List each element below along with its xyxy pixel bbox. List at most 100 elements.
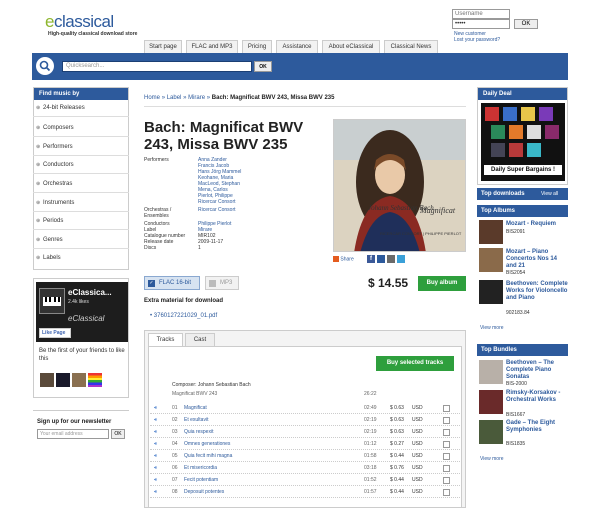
breadcrumb-current: Bach: Magnificat BWV 243, Missa BWV 235 bbox=[211, 95, 335, 101]
tab-about[interactable]: About eClassical bbox=[322, 40, 380, 53]
top-bundle-title[interactable]: Gade – The Eight Symphonies bbox=[506, 420, 568, 434]
twitter-share-icon[interactable] bbox=[397, 255, 405, 263]
tab-start-page[interactable]: Start page bbox=[144, 40, 182, 53]
lost-password-link[interactable]: Lost your password? bbox=[454, 37, 500, 43]
tab-pricing[interactable]: Pricing bbox=[242, 40, 272, 53]
top-bundle-title[interactable]: Rimsky-Korsakov - Orchestral Works bbox=[506, 390, 568, 404]
tab-flac-mp3[interactable]: FLAC and MP3 bbox=[186, 40, 238, 53]
performer-link[interactable]: Ricercar Consort bbox=[198, 199, 236, 205]
track-row[interactable]: 🔊︎ 07 Fecit potentiam 01:52 $ 0.44 USD bbox=[150, 475, 460, 486]
sidebar-item-24bit[interactable]: ⊕ 24-bit Releases bbox=[33, 101, 129, 117]
track-title[interactable]: Fecit potentiam bbox=[184, 475, 218, 486]
search-icon[interactable] bbox=[36, 57, 54, 75]
myspace-share-icon[interactable] bbox=[377, 255, 385, 263]
email-share-icon[interactable] bbox=[387, 255, 395, 263]
track-row[interactable]: 🔊︎ 05 Quia fecit mihi magna 01:58 $ 0.44 USD bbox=[150, 451, 460, 462]
top-album-title[interactable]: Mozart - Requiem bbox=[506, 221, 568, 227]
album-thumb[interactable] bbox=[479, 280, 503, 304]
track-row[interactable]: 🔊︎ 06 Et misericordia 03:18 $ 0.76 USD bbox=[150, 463, 460, 474]
track-row[interactable]: 🔊︎ 08 Deposuit potentes 01:57 $ 0.44 USD bbox=[150, 487, 460, 498]
bundle-thumb[interactable] bbox=[479, 360, 503, 384]
deal-cover-thumb bbox=[491, 143, 505, 157]
track-checkbox[interactable] bbox=[443, 441, 450, 448]
facebook-page-name[interactable]: eClassica... bbox=[68, 288, 112, 297]
quicksearch-input[interactable]: Quicksearch... bbox=[62, 61, 252, 72]
top-album-title[interactable]: Beethoven: Complete Works for Violoncell… bbox=[506, 281, 568, 302]
friend-avatar[interactable] bbox=[40, 373, 54, 387]
track-title[interactable]: Quia fecit mihi magna bbox=[184, 451, 232, 462]
orchestra-link[interactable]: Ricercar Consort bbox=[198, 207, 236, 213]
newsletter-ok-button[interactable]: OK bbox=[111, 429, 125, 439]
sidebar-item-conductors[interactable]: ⊕ Conductors bbox=[33, 158, 129, 174]
track-checkbox[interactable] bbox=[443, 489, 450, 496]
sidebar-item-labels[interactable]: ⊕ Labels bbox=[33, 251, 129, 267]
bundle-thumb[interactable] bbox=[479, 390, 503, 414]
tab-cast[interactable]: Cast bbox=[185, 333, 215, 347]
track-title[interactable]: Et misericordia bbox=[184, 463, 217, 474]
tab-assistance[interactable]: Assistance bbox=[276, 40, 318, 53]
facebook-like-button[interactable]: Like Page bbox=[39, 328, 71, 338]
breadcrumb-mirare[interactable]: Mirare bbox=[188, 95, 205, 101]
daily-deal-banner[interactable]: Daily Super Bargains ! bbox=[481, 103, 565, 181]
top-bundle-title[interactable]: Beethoven – The Complete Piano Sonatas bbox=[506, 360, 568, 381]
sidebar-item-instruments[interactable]: ⊕ Instruments bbox=[33, 196, 129, 212]
friend-avatar[interactable] bbox=[56, 373, 70, 387]
track-checkbox[interactable] bbox=[443, 477, 450, 484]
buy-album-button[interactable]: Buy album bbox=[418, 276, 466, 291]
breadcrumb-home[interactable]: Home bbox=[144, 95, 160, 101]
speaker-icon[interactable]: 🔊︎ bbox=[154, 403, 157, 414]
friend-avatar[interactable] bbox=[72, 373, 86, 387]
track-title[interactable]: Deposuit potentes bbox=[184, 487, 224, 498]
breadcrumb-label[interactable]: Label bbox=[167, 95, 182, 101]
album-cover[interactable]: Johann Sebastian Bach Magnificat RICERCA… bbox=[333, 119, 466, 252]
newsletter-email-input[interactable]: Your email address bbox=[37, 429, 109, 439]
sidebar-item-genres[interactable]: ⊕ Genres bbox=[33, 233, 129, 249]
track-title[interactable]: Et exultavit bbox=[184, 415, 208, 426]
username-input[interactable] bbox=[452, 9, 510, 19]
friend-avatar[interactable] bbox=[88, 373, 102, 387]
buy-selected-button[interactable]: Buy selected tracks bbox=[376, 356, 454, 371]
track-checkbox[interactable] bbox=[443, 417, 450, 424]
track-title[interactable]: Quia respexit bbox=[184, 427, 213, 438]
track-title[interactable]: Omnes generationes bbox=[184, 439, 230, 450]
extra-pdf-link[interactable]: • 3760127221029_01.pdf bbox=[150, 313, 217, 319]
view-all-link[interactable]: View all bbox=[541, 188, 558, 200]
top-album-title[interactable]: Mozart – Piano Concertos Nos 14 and 21 bbox=[506, 249, 568, 270]
view-more-albums-link[interactable]: View more bbox=[480, 325, 504, 331]
search-ok-button[interactable]: OK bbox=[254, 61, 272, 72]
sidebar-item-performers[interactable]: ⊕ Performers bbox=[33, 140, 129, 156]
track-checkbox[interactable] bbox=[443, 405, 450, 412]
site-logo[interactable]: eclassical bbox=[45, 12, 114, 32]
deal-cover-thumb bbox=[545, 125, 559, 139]
track-title[interactable]: Magnificat bbox=[184, 403, 207, 414]
sidebar-item-periods[interactable]: ⊕ Periods bbox=[33, 214, 129, 230]
password-input[interactable] bbox=[452, 19, 510, 29]
track-checkbox[interactable] bbox=[443, 453, 450, 460]
bundle-thumb[interactable] bbox=[479, 420, 503, 444]
speaker-icon[interactable]: 🔊︎ bbox=[154, 463, 157, 474]
facebook-share-icon[interactable]: f bbox=[367, 255, 375, 263]
login-ok-button[interactable]: OK bbox=[514, 19, 538, 29]
tab-classical-news[interactable]: Classical News bbox=[384, 40, 438, 53]
format-flac-option[interactable]: ✓ FLAC 16-bit bbox=[144, 276, 200, 290]
speaker-icon[interactable]: 🔊︎ bbox=[154, 415, 157, 426]
track-checkbox[interactable] bbox=[443, 465, 450, 472]
speaker-icon[interactable]: 🔊︎ bbox=[154, 487, 157, 498]
share-link[interactable]: Share bbox=[333, 256, 354, 262]
speaker-icon[interactable]: 🔊︎ bbox=[154, 439, 157, 450]
track-row[interactable]: 🔊︎ 03 Quia respexit 02:19 $ 0.63 USD bbox=[150, 427, 460, 438]
album-thumb[interactable] bbox=[479, 248, 503, 272]
sidebar-item-composers[interactable]: ⊕ Composers bbox=[33, 121, 129, 137]
track-row[interactable]: 🔊︎ 04 Omnes generationes 01:12 $ 0.27 USD bbox=[150, 439, 460, 450]
speaker-icon[interactable]: 🔊︎ bbox=[154, 427, 157, 438]
track-row[interactable]: 🔊︎ 02 Et exultavit 02:19 $ 0.63 USD bbox=[150, 415, 460, 426]
sidebar-item-orchestras[interactable]: ⊕ Orchestras bbox=[33, 177, 129, 193]
format-mp3-option[interactable]: MP3 bbox=[205, 276, 239, 290]
track-checkbox[interactable] bbox=[443, 429, 450, 436]
view-more-bundles-link[interactable]: View more bbox=[480, 456, 504, 462]
album-thumb[interactable] bbox=[479, 220, 503, 244]
speaker-icon[interactable]: 🔊︎ bbox=[154, 451, 157, 462]
speaker-icon[interactable]: 🔊︎ bbox=[154, 475, 157, 486]
tab-tracks[interactable]: Tracks bbox=[148, 333, 183, 347]
track-row[interactable]: 🔊︎ 01 Magnificat 02:49 $ 0.63 USD bbox=[150, 403, 460, 414]
